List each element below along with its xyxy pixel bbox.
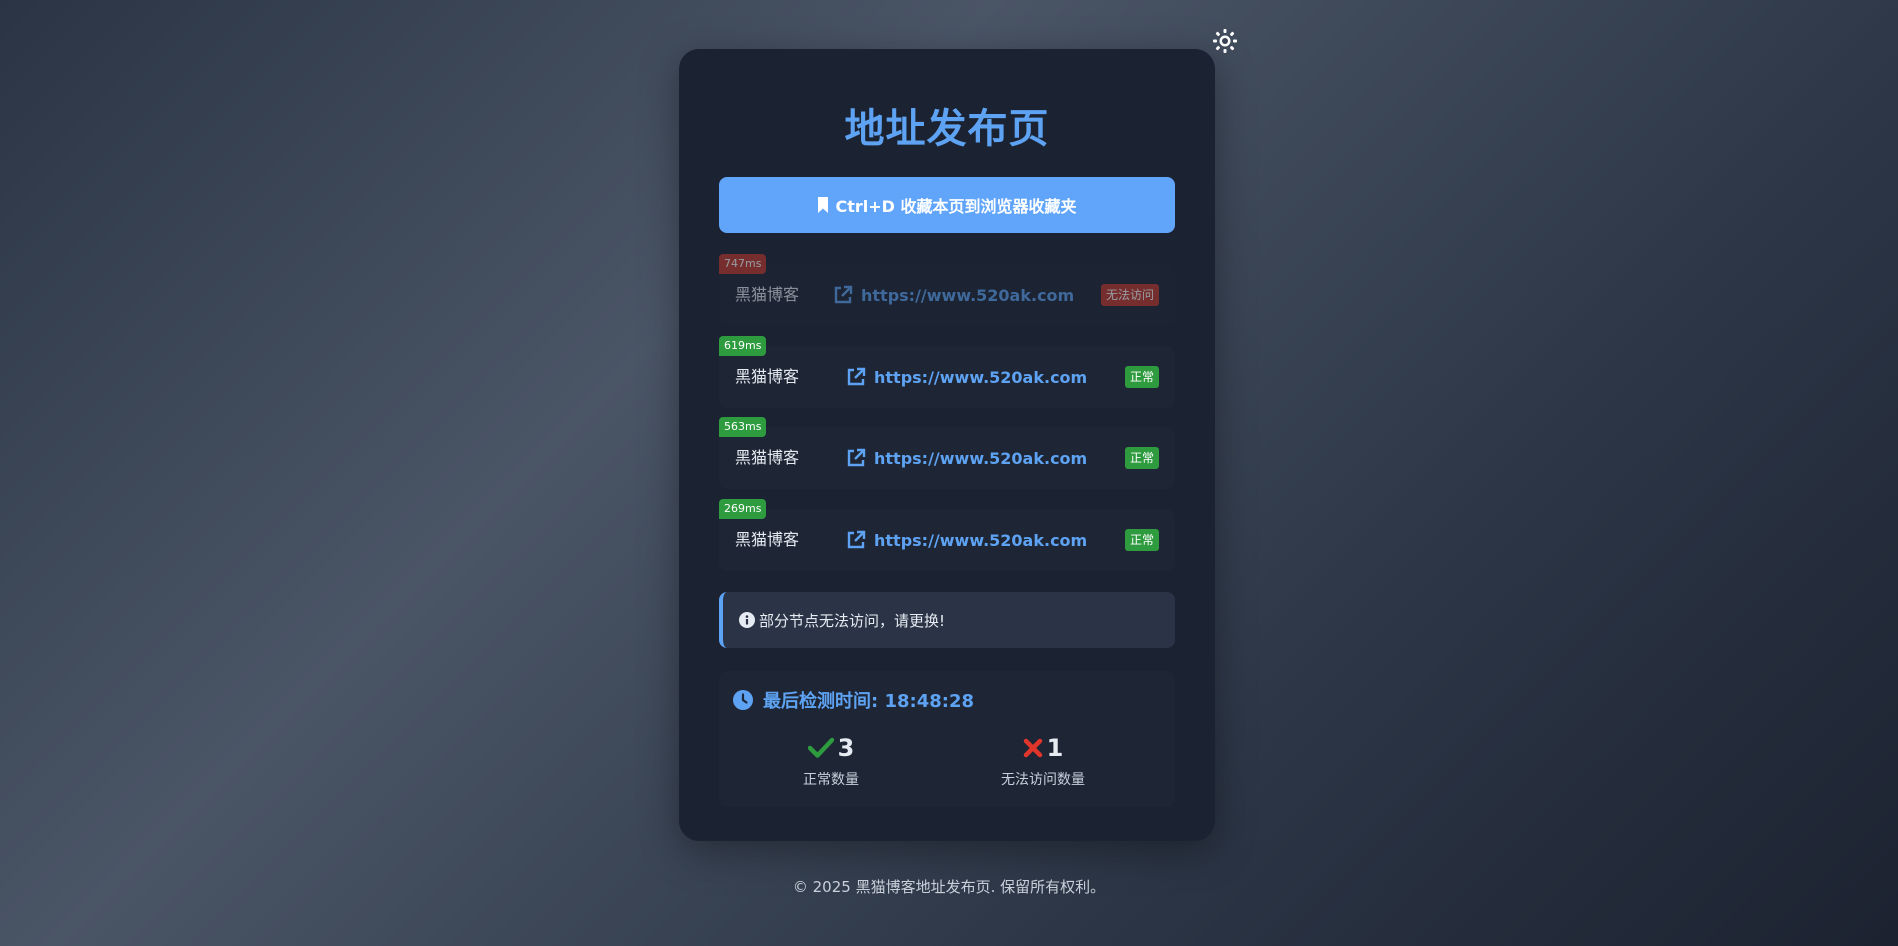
page-title: 地址发布页 (844, 106, 1050, 152)
cross-icon (1023, 738, 1042, 758)
fail-label: 无法访问数量 (1001, 772, 1085, 788)
status-badge: 正常 (1124, 366, 1159, 388)
last-check-time: 最后检测时间: 18:48:28 (733, 687, 974, 713)
address-link[interactable]: https://www.520ak.com (833, 264, 1074, 326)
last-check-label: 最后检测时间: 18:48:28 (763, 691, 975, 712)
theme-toggle-button[interactable] (1212, 28, 1238, 54)
bookmark-icon (818, 197, 829, 213)
bookmark-button[interactable]: Ctrl+D 收藏本页到浏览器收藏夹 (719, 177, 1175, 233)
site-name: 黑猫博客 (735, 285, 800, 304)
external-link-icon (847, 448, 866, 467)
notice-box: 部分节点无法访问，请更换! (719, 592, 1175, 648)
status-badge: 无法访问 (1100, 284, 1159, 306)
ok-label: 正常数量 (803, 772, 859, 788)
stats-panel: 最后检测时间: 18:48:28 3 正常数量 1 无法访问数量 (719, 671, 1175, 807)
info-circle-icon (739, 612, 755, 628)
external-link-icon (847, 367, 866, 386)
clock-icon (733, 690, 753, 710)
address-row: 619ms 黑猫博客 https://www.520ak.com 正常 (719, 336, 1175, 408)
footer-copyright: © 2025 黑猫博客地址发布页. 保留所有权利。 (792, 878, 1106, 896)
status-badge: 正常 (1124, 447, 1159, 469)
address-link[interactable]: https://www.520ak.com (846, 509, 1087, 571)
ok-stat: 3 正常数量 (751, 733, 911, 789)
site-name: 黑猫博客 (735, 367, 800, 386)
address-url: https://www.520ak.com (874, 367, 1088, 387)
address-link[interactable]: https://www.520ak.com (846, 427, 1087, 489)
address-url: https://www.520ak.com (861, 285, 1075, 305)
external-link-icon (847, 530, 866, 549)
bookmark-button-label: Ctrl+D 收藏本页到浏览器收藏夹 (835, 197, 1077, 216)
sun-icon (1213, 29, 1237, 53)
address-row: 747ms 黑猫博客 https://www.520ak.com 无法访问 (719, 254, 1175, 326)
address-row: 269ms 黑猫博客 https://www.520ak.com 正常 (719, 499, 1175, 571)
status-badge: 正常 (1124, 529, 1159, 551)
check-icon (807, 737, 834, 758)
address-link[interactable]: https://www.520ak.com (846, 346, 1087, 408)
fail-stat: 1 无法访问数量 (963, 733, 1123, 789)
main-card: 地址发布页 Ctrl+D 收藏本页到浏览器收藏夹 747ms 黑猫博客 http… (679, 49, 1215, 841)
ok-count: 3 (837, 734, 855, 762)
site-name: 黑猫博客 (735, 530, 800, 549)
external-link-icon (834, 285, 853, 304)
address-url: https://www.520ak.com (874, 448, 1088, 468)
fail-count: 1 (1046, 734, 1064, 762)
notice-text: 部分节点无法访问，请更换! (759, 611, 946, 630)
address-url: https://www.520ak.com (874, 530, 1088, 550)
address-row: 563ms 黑猫博客 https://www.520ak.com 正常 (719, 417, 1175, 489)
site-name: 黑猫博客 (735, 448, 800, 467)
